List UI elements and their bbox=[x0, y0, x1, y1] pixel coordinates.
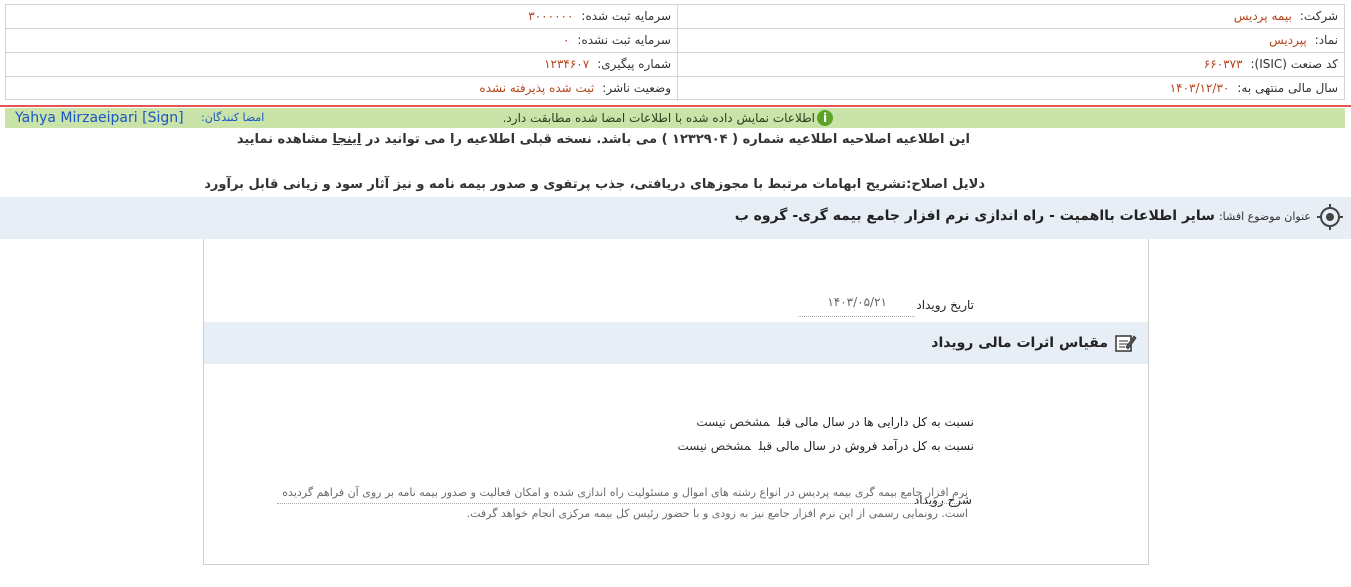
tracking-number-value: ۱۲۳۴۶۰۷ bbox=[544, 57, 590, 71]
info-icon: i bbox=[817, 110, 833, 126]
info-cell-registered-capital: سرمایه ثبت شده: ۳۰۰۰۰۰۰ bbox=[6, 5, 678, 28]
symbol-label: نماد: bbox=[1314, 33, 1338, 47]
unregistered-capital-value: ۰ bbox=[562, 33, 570, 47]
registered-capital-label: سرمایه ثبت شده: bbox=[581, 9, 671, 23]
publisher-status-label: وضعیت ناشر: bbox=[602, 81, 671, 95]
signature-match-message: اطلاعات نمایش داده شده با اطلاعات امضا ش… bbox=[502, 111, 815, 125]
financial-impact-section: مقیاس اثرات مالی رویداد bbox=[204, 322, 1148, 364]
subject-title: عنوان موضوع افشا:سایر اطلاعات بااهمیت - … bbox=[735, 208, 1311, 224]
subject-title-text: سایر اطلاعات بااهمیت - راه اندازی نرم اف… bbox=[734, 208, 1215, 224]
tracking-number-label: شماره پیگیری: bbox=[597, 57, 671, 71]
subject-label: عنوان موضوع افشا: bbox=[1218, 210, 1311, 223]
metric-label: نسبت به کل درآمد فروش در سال مالی قبل bbox=[758, 439, 974, 453]
financial-impact-title: مقیاس اثرات مالی رویداد bbox=[931, 335, 1108, 351]
publisher-status-value: ثبت شده پذیرفته نشده bbox=[479, 81, 595, 95]
isic-value: ۶۶۰۳۷۳ bbox=[1203, 57, 1243, 71]
info-cell-company: شرکت: بیمه پردیس bbox=[676, 5, 1344, 28]
info-cell-unregistered-capital: سرمایه ثبت نشده: ۰ bbox=[6, 29, 678, 52]
info-cell-fiscal-year: سال مالی منتهی به: ۱۴۰۳/۱۲/۳۰ bbox=[676, 77, 1344, 101]
info-row: نماد: پپردیس سرمایه ثبت نشده: ۰ bbox=[6, 29, 1344, 53]
metric-value: مشخص نیست bbox=[677, 439, 751, 453]
correction-suffix: مشاهده نمایید bbox=[236, 132, 328, 147]
previous-version-link[interactable]: اینجا bbox=[332, 132, 361, 147]
company-value[interactable]: بیمه پردیس bbox=[1234, 9, 1292, 23]
unregistered-capital-label: سرمایه ثبت نشده: bbox=[577, 33, 671, 47]
metric-value: مشخص نیست bbox=[696, 415, 770, 429]
event-date-label: تاریخ رویداد bbox=[916, 298, 974, 312]
isic-label: کد صنعت (ISIC): bbox=[1250, 57, 1338, 71]
info-cell-isic: کد صنعت (ISIC): ۶۶۰۳۷۳ bbox=[676, 53, 1344, 76]
target-icon bbox=[1317, 204, 1343, 230]
correction-text: این اطلاعیه اصلاحیه اطلاعیه شماره ( ۱۲۳۲… bbox=[365, 132, 970, 147]
subject-bar: عنوان موضوع افشا:سایر اطلاعات بااهمیت - … bbox=[0, 197, 1351, 239]
info-cell-tracking-number: شماره پیگیری: ۱۲۳۴۶۰۷ bbox=[6, 53, 678, 76]
company-label: شرکت: bbox=[1299, 9, 1338, 23]
correction-notice: این اطلاعیه اصلاحیه اطلاعیه شماره ( ۱۲۳۲… bbox=[237, 132, 970, 147]
signers-label: امضا کنندگان: bbox=[201, 111, 265, 124]
event-date-field: ۱۴۰۳/۰۵/۲۱ bbox=[798, 295, 915, 317]
registered-capital-value: ۳۰۰۰۰۰۰ bbox=[528, 9, 574, 23]
divider-line bbox=[0, 105, 1351, 107]
symbol-value[interactable]: پپردیس bbox=[1269, 33, 1307, 47]
signature-bar: Yahya Mirzaeipari [Sign] امضا کنندگان: i… bbox=[5, 108, 1345, 128]
metric-label: نسبت به کل دارایی ها در سال مالی قبل bbox=[777, 415, 974, 429]
fiscal-year-value: ۱۴۰۳/۱۲/۳۰ bbox=[1169, 81, 1230, 95]
event-panel: تاریخ رویداد ۱۴۰۳/۰۵/۲۱ مقیاس اثرات مالی… bbox=[203, 239, 1149, 565]
event-description: نرم افزار جامع بیمه گری بیمه پردیس در ان… bbox=[282, 486, 968, 520]
fiscal-year-label: سال مالی منتهی به: bbox=[1237, 81, 1338, 95]
metric-revenue: نسبت به کل درآمد فروش در سال مالی قبل مشخ… bbox=[677, 439, 974, 453]
edit-document-icon bbox=[1115, 335, 1137, 352]
info-row: شرکت: بیمه پردیس سرمایه ثبت شده: ۳۰۰۰۰۰۰ bbox=[6, 5, 1344, 29]
company-info-table: شرکت: بیمه پردیس سرمایه ثبت شده: ۳۰۰۰۰۰۰ ن… bbox=[5, 4, 1345, 101]
info-cell-symbol: نماد: پپردیس bbox=[676, 29, 1344, 52]
info-row: سال مالی منتهی به: ۱۴۰۳/۱۲/۳۰ وضعیت ناشر:… bbox=[6, 77, 1344, 101]
metric-assets: نسبت به کل دارایی ها در سال مالی قبل مشخص… bbox=[696, 415, 974, 429]
correction-reason: دلایل اصلاح:تشریح ابهامات مرتبط با مجوزه… bbox=[204, 177, 985, 192]
signer-name-link[interactable]: Yahya Mirzaeipari [Sign] bbox=[15, 108, 184, 128]
info-cell-publisher-status: وضعیت ناشر: ثبت شده پذیرفته نشده bbox=[6, 77, 678, 101]
info-row: کد صنعت (ISIC): ۶۶۰۳۷۳ شماره پیگیری: ۱۲۳۴۶… bbox=[6, 53, 1344, 77]
